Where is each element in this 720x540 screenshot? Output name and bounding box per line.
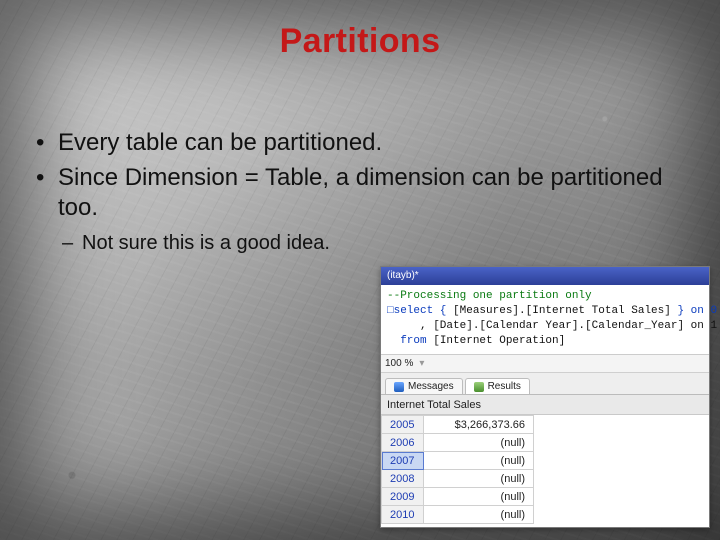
code-editor[interactable]: --Processing one partition only □select … — [381, 285, 709, 355]
tab-label: Messages — [408, 381, 454, 392]
code-line: □select { — [387, 305, 453, 317]
table-row[interactable]: 2010(null) — [382, 506, 534, 524]
code-line: from — [387, 335, 433, 347]
row-header-year[interactable]: 2008 — [382, 470, 424, 488]
zoom-level[interactable]: 100 % — [385, 358, 413, 369]
status-bar: 100 % ▾ — [381, 355, 709, 373]
bullet-item: Since Dimension = Table, a dimension can… — [34, 163, 686, 224]
sub-bullet-item: Not sure this is a good idea. — [34, 230, 686, 256]
bullet-item: Every table can be partitioned. — [34, 128, 686, 159]
table-row[interactable]: 2008(null) — [382, 470, 534, 488]
code-comment: --Processing one partition only — [387, 290, 592, 302]
slide-background: Partitions Every table can be partitione… — [0, 0, 720, 540]
row-header-year[interactable]: 2005 — [382, 416, 424, 434]
slide-title: Partitions — [0, 22, 720, 61]
row-header-year[interactable]: 2010 — [382, 506, 424, 524]
status-dash: ▾ — [419, 358, 424, 369]
results-column-header: Internet Total Sales — [381, 395, 709, 415]
row-header-year[interactable]: 2006 — [382, 434, 424, 452]
tab-label: Results — [488, 381, 521, 392]
cell-value: (null) — [424, 488, 534, 506]
messages-icon — [394, 382, 404, 392]
row-header-year[interactable]: 2009 — [382, 488, 424, 506]
cell-value: (null) — [424, 470, 534, 488]
row-header-year[interactable]: 2007 — [382, 452, 424, 470]
slide-content: Every table can be partitioned. Since Di… — [34, 128, 686, 256]
results-grid[interactable]: 2005$3,266,373.662006(null)2007(null)200… — [381, 415, 709, 527]
table-row[interactable]: 2009(null) — [382, 488, 534, 506]
window-titlebar: (itayb)* — [381, 267, 709, 285]
results-tabs: Messages Results — [381, 373, 709, 395]
code-line: , [Date].[Calendar Year].[Calendar_Year]… — [387, 320, 717, 332]
query-window: (itayb)* --Processing one partition only… — [380, 266, 710, 528]
cell-value: (null) — [424, 434, 534, 452]
table-row[interactable]: 2006(null) — [382, 434, 534, 452]
results-icon — [474, 382, 484, 392]
cell-value: $3,266,373.66 — [424, 416, 534, 434]
cell-value: (null) — [424, 506, 534, 524]
tab-messages[interactable]: Messages — [385, 378, 463, 394]
tab-results[interactable]: Results — [465, 378, 530, 394]
table-row[interactable]: 2007(null) — [382, 452, 534, 470]
table-row[interactable]: 2005$3,266,373.66 — [382, 416, 534, 434]
cell-value: (null) — [424, 452, 534, 470]
